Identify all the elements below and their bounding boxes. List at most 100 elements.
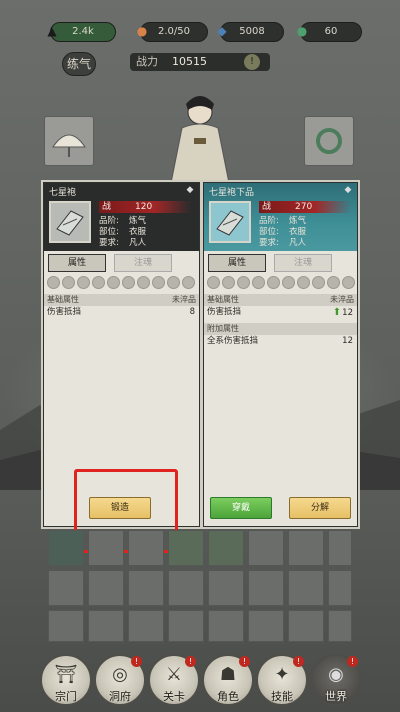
socket-slot[interactable] (342, 275, 355, 289)
socket-slot[interactable] (47, 275, 60, 289)
inventory-cell[interactable] (328, 530, 352, 566)
nav-sect[interactable]: ⛩ 宗门 (40, 654, 92, 706)
pagoda-icon: ⛩ (54, 664, 78, 685)
right-button-bar: 穿戴 分解 (204, 490, 357, 526)
socket-slot[interactable] (77, 275, 90, 289)
inventory-cell[interactable] (248, 570, 284, 606)
power-tag: 战 270 (259, 201, 351, 213)
inventory-cell[interactable] (168, 610, 204, 642)
inventory-cell[interactable] (88, 530, 124, 566)
tab-soul-infusion[interactable]: 注魂 (114, 254, 172, 272)
character-figure (169, 96, 231, 188)
attr-key: 品阶: (99, 216, 119, 226)
decompose-button[interactable]: 分解 (289, 497, 351, 519)
attr-value: 衣服 (129, 227, 147, 237)
nav-label: 宗门 (55, 690, 77, 703)
socket-slot[interactable] (252, 275, 265, 289)
section-title: 基础属性 (207, 295, 239, 304)
wear-button[interactable]: 穿戴 (210, 497, 272, 519)
arrow-up-icon: ⬆ (332, 307, 342, 318)
socket-slot[interactable] (222, 275, 235, 289)
inventory-cell[interactable] (328, 610, 352, 642)
item-title: 七星袍下品 (209, 188, 255, 198)
section-title: 基础属性 (47, 295, 79, 304)
inventory-cell[interactable] (208, 570, 244, 606)
section-base-attributes: 基础属性 未淬品 (204, 294, 357, 306)
power-info-button[interactable]: ! (244, 54, 260, 70)
power-display: 战力 10515 ! (130, 53, 270, 71)
cultivation-realm-badge[interactable]: 练气 (62, 52, 96, 76)
inventory-cell[interactable] (128, 610, 164, 642)
power-tag-label: 战 (262, 202, 272, 212)
inventory-cell[interactable] (128, 530, 164, 566)
bottom-nav: ⛩ 宗门 ! ◎ 洞府 ! ⚔ 关卡 ! ☗ 角色 ! ✦ 技能 ! ◉ 世界 (0, 648, 400, 712)
socket-slot[interactable] (122, 275, 135, 289)
robe-item-icon (209, 201, 251, 243)
nav-skill[interactable]: ! ✦ 技能 (256, 654, 308, 706)
socket-slot[interactable] (107, 275, 120, 289)
socket-slot[interactable] (182, 275, 195, 289)
inventory-cell[interactable] (88, 570, 124, 606)
fan-icon (52, 134, 86, 157)
power-label: 战力 (136, 55, 158, 68)
inventory-cell[interactable] (128, 570, 164, 606)
nav-label: 关卡 (163, 690, 185, 703)
socket-slot[interactable] (282, 275, 295, 289)
equip-slot-fan[interactable] (44, 116, 94, 166)
inventory-cell[interactable] (288, 570, 324, 606)
nav-stage[interactable]: ! ⚔ 关卡 (148, 654, 200, 706)
inventory-cell[interactable] (248, 610, 284, 642)
socket-row (44, 274, 199, 290)
tab-soul-infusion[interactable]: 注魂 (274, 254, 332, 272)
nav-label: 角色 (217, 690, 239, 703)
panel-tabs: 属性 注魂 (44, 254, 199, 274)
gem-icon: ◆ (217, 24, 227, 38)
skill-icon: ✦ (274, 664, 290, 685)
socket-slot[interactable] (207, 275, 220, 289)
socket-slot[interactable] (237, 275, 250, 289)
inventory-cell[interactable] (168, 530, 204, 566)
tab-attributes[interactable]: 属性 (208, 254, 266, 272)
nav-label: 世界 (325, 690, 347, 703)
socket-slot[interactable] (267, 275, 280, 289)
inventory-cell[interactable] (88, 610, 124, 642)
inventory-cell[interactable] (48, 570, 84, 606)
socket-slot[interactable] (152, 275, 165, 289)
cave-icon: ◎ (112, 664, 128, 685)
inventory-cell[interactable] (248, 530, 284, 566)
socket-slot[interactable] (327, 275, 340, 289)
attribute-value: 12 (342, 308, 353, 318)
gem-icon: ◆ (344, 185, 352, 195)
socket-slot[interactable] (62, 275, 75, 289)
socket-row (204, 274, 357, 290)
inventory-cell[interactable] (48, 530, 84, 566)
tab-attributes[interactable]: 属性 (48, 254, 106, 272)
power-value: 10515 (172, 55, 207, 68)
nav-cave[interactable]: ! ◎ 洞府 (94, 654, 146, 706)
socket-slot[interactable] (92, 275, 105, 289)
section-quality: 未淬品 (330, 295, 354, 304)
sword-icon: ⚔ (165, 664, 183, 685)
socket-slot[interactable] (137, 275, 150, 289)
gem-value: 5008 (239, 26, 265, 37)
inventory-cell[interactable] (288, 610, 324, 642)
inventory-cell[interactable] (48, 610, 84, 642)
attr-key: 部位: (99, 227, 119, 237)
nav-world[interactable]: ! ◉ 世界 (310, 654, 362, 706)
inventory-cell[interactable] (328, 570, 352, 606)
inventory-cell[interactable] (168, 570, 204, 606)
equip-slot-ring[interactable] (304, 116, 354, 166)
section-extra-attributes: 附加属性 (204, 323, 357, 335)
nav-label: 技能 (271, 690, 293, 703)
nav-character[interactable]: ! ☗ 角色 (202, 654, 254, 706)
robe-icon (216, 210, 244, 236)
inventory-cell[interactable] (208, 610, 244, 642)
inventory-cell[interactable] (288, 530, 324, 566)
socket-slot[interactable] (167, 275, 180, 289)
new-equipment-panel: 七星袍下品 ◆ 战 270 品阶: 炼气 部位: 衣服 要求: 凡人 属性 注魂 基础… (203, 182, 358, 527)
socket-slot[interactable] (297, 275, 310, 289)
inventory-cell[interactable] (208, 530, 244, 566)
realm-icon: ▲ (47, 24, 57, 38)
socket-slot[interactable] (312, 275, 325, 289)
attribute-label: 伤害抵挡 (47, 307, 82, 317)
